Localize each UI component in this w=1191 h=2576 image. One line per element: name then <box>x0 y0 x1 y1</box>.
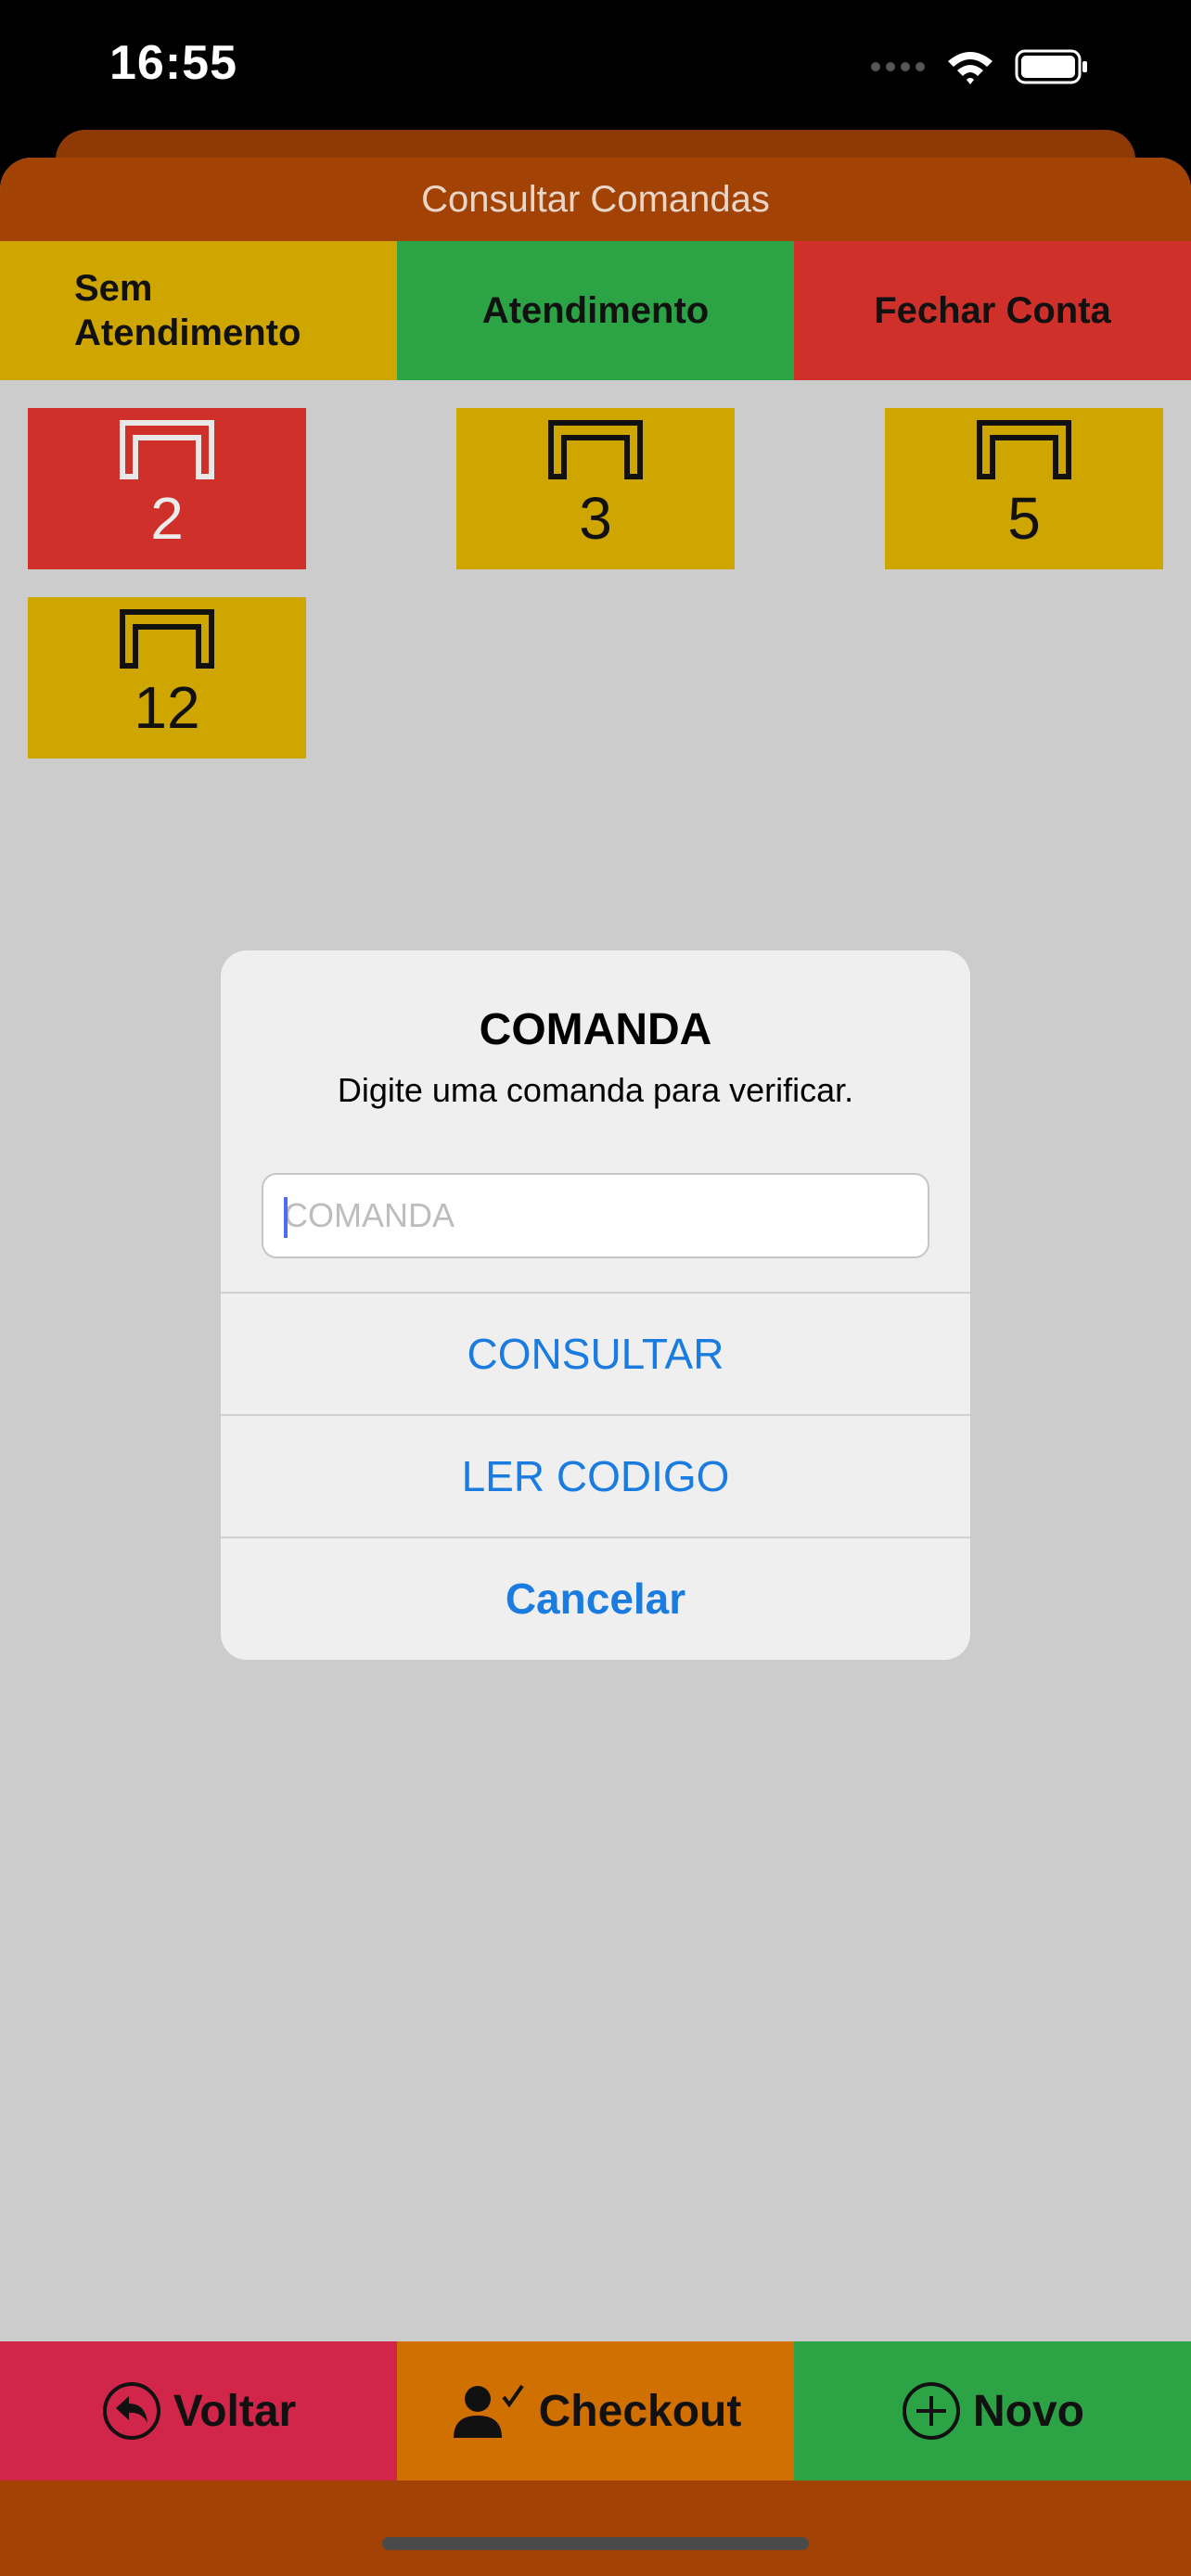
status-icons <box>870 48 1089 85</box>
back-arrow-icon <box>102 2382 160 2440</box>
home-indicator-area <box>0 2480 1191 2576</box>
status-bar: 16:55 <box>0 0 1191 130</box>
table-number: 5 <box>1007 485 1041 552</box>
consultar-button[interactable]: CONSULTAR <box>221 1292 970 1414</box>
person-check-icon <box>453 2384 524 2438</box>
plus-circle-icon <box>903 2382 960 2440</box>
cancel-button[interactable]: Cancelar <box>221 1537 970 1659</box>
table-tile[interactable]: 3 <box>456 408 735 569</box>
dialog-title: COMANDA <box>479 1005 712 1054</box>
voltar-button[interactable]: Voltar <box>0 2341 397 2480</box>
table-number: 3 <box>579 485 612 552</box>
novo-button[interactable]: Novo <box>794 2341 1191 2480</box>
comanda-dialog: COMANDA Digite uma comanda para verifica… <box>221 950 970 1660</box>
checkout-button[interactable]: Checkout <box>397 2341 794 2480</box>
table-tile[interactable]: 12 <box>28 597 306 759</box>
page-title: Consultar Comandas <box>421 178 770 220</box>
comanda-input[interactable] <box>284 1175 915 1256</box>
battery-icon <box>1015 49 1087 84</box>
legend-fechar-conta[interactable]: Fechar Conta <box>794 241 1191 380</box>
table-icon <box>977 420 1071 479</box>
bottom-action-bar: Voltar Checkout Novo <box>0 2341 1191 2480</box>
table-number: 2 <box>150 485 184 552</box>
legend-sem-atendimento[interactable]: Sem Atendimento <box>0 241 397 380</box>
table-icon <box>120 420 214 479</box>
table-icon <box>120 609 214 669</box>
novo-label: Novo <box>973 2386 1084 2436</box>
status-time: 16:55 <box>109 36 237 90</box>
table-tile[interactable]: 2 <box>28 408 306 569</box>
status-legend: Sem Atendimento Atendimento Fechar Conta <box>0 241 1191 380</box>
ler-codigo-button[interactable]: LER CODIGO <box>221 1414 970 1537</box>
checkout-label: Checkout <box>538 2386 742 2436</box>
legend-sem-atendimento-line1: Sem <box>74 268 153 309</box>
table-icon <box>548 420 643 479</box>
legend-atendimento[interactable]: Atendimento <box>397 241 794 380</box>
comanda-input-container <box>262 1173 929 1258</box>
voltar-label: Voltar <box>173 2386 297 2436</box>
table-number: 12 <box>134 674 200 741</box>
table-tile[interactable]: 5 <box>885 408 1163 569</box>
dialog-message: Digite uma comanda para verificar. <box>337 1071 854 1109</box>
legend-sem-atendimento-line2: Atendimento <box>74 312 301 353</box>
header-bar: Consultar Comandas <box>0 158 1191 241</box>
wifi-icon <box>948 52 992 84</box>
signal-icon <box>871 62 925 71</box>
home-indicator[interactable] <box>382 2537 809 2550</box>
text-caret <box>284 1197 288 1238</box>
